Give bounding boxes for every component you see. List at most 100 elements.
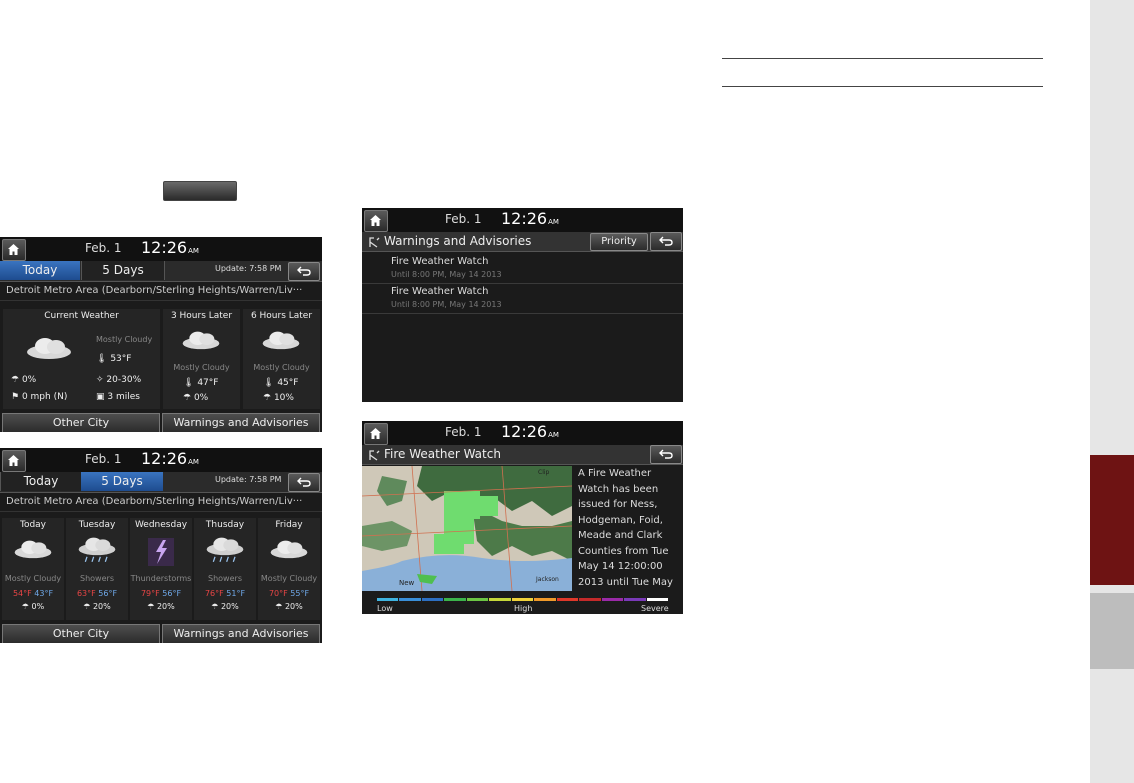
back-icon — [297, 266, 311, 276]
wind: ⚑ 0 mph (N) — [11, 392, 68, 402]
forecast-3h-panel: 3 Hours Later Mostly Cloudy 🌡︎ 47°F ☂ 0% — [163, 309, 240, 409]
legend-segment — [601, 598, 624, 601]
condition-text: Showers — [208, 574, 242, 583]
umbrella-icon: ☂ — [11, 375, 20, 385]
warning-until: Until 8:00 PM, May 14 2013 — [391, 300, 502, 309]
day-name: Today — [19, 520, 47, 530]
day-name: Tuesday — [78, 520, 116, 530]
day-name: Wednesday — [134, 520, 188, 530]
clock: 12:26AM — [141, 238, 199, 257]
side-tab-active — [1090, 455, 1134, 585]
showers-icon — [78, 537, 116, 563]
back-button[interactable] — [650, 232, 682, 251]
showers-icon — [206, 537, 244, 563]
panel-header: 3 Hours Later — [170, 311, 233, 321]
home-icon — [8, 244, 19, 255]
update-time: Update: 7:58 PM — [215, 475, 282, 484]
legend-segment — [646, 598, 668, 601]
temp-range: 70°F 55°F — [268, 589, 310, 598]
precip-range: ✧ 20-30% — [96, 375, 142, 385]
back-button[interactable] — [288, 262, 320, 281]
priority-button[interactable]: Priority — [590, 233, 648, 251]
temp-range: 63°F 56°F — [76, 589, 118, 598]
date: Feb. 1 — [445, 425, 482, 439]
precip: ☂ 0% — [183, 393, 209, 403]
day-card: Friday Mostly Cloudy 70°F 55°F ☂ 20% — [258, 518, 320, 620]
wind-flag-icon: ⚑ — [11, 392, 20, 402]
back-button[interactable] — [288, 473, 320, 492]
warning-list-item[interactable]: Fire Weather Watch Until 8:00 PM, May 14… — [362, 284, 683, 314]
page-title: Warnings and Advisories — [384, 234, 532, 248]
weather-map[interactable]: New Jackson Clip — [362, 466, 572, 591]
home-icon — [370, 428, 381, 439]
legend-segment — [466, 598, 489, 601]
home-button[interactable] — [2, 450, 26, 472]
fire-weather-screen: Feb. 1 12:26AM Fire Weather Watch New Ja… — [362, 421, 683, 614]
five-day-screen: Feb. 1 12:26AM Today 5 Days Update: 7:58… — [0, 448, 322, 643]
condition-text: Mostly Cloudy — [96, 335, 153, 344]
warning-until: Until 8:00 PM, May 14 2013 — [391, 270, 502, 279]
clock: 12:26AM — [501, 209, 559, 228]
title-bar: Fire Weather Watch — [362, 445, 683, 465]
home-icon — [370, 215, 381, 226]
warning-list-item[interactable]: Fire Weather Watch Until 8:00 PM, May 14… — [362, 254, 683, 284]
umbrella-icon: ☂ — [21, 602, 29, 611]
update-time: Update: 7:58 PM — [215, 264, 282, 273]
precip: ☂ 0% — [11, 375, 37, 385]
warning-title: Fire Weather Watch — [391, 286, 489, 297]
legend-segment — [421, 598, 444, 601]
page-title: Fire Weather Watch — [384, 447, 501, 461]
precip: ☂ 20% — [147, 602, 175, 611]
condition-text: Mostly Cloudy — [173, 363, 230, 372]
clock: 12:26AM — [501, 422, 559, 441]
home-button[interactable] — [364, 423, 388, 445]
temperature: 🌡︎ 53°F — [96, 354, 132, 364]
header-rule-1 — [722, 58, 1043, 59]
legend-severe: Severe — [641, 604, 669, 613]
condition-text: Mostly Cloudy — [253, 363, 310, 372]
home-button[interactable] — [364, 210, 388, 232]
day-name: Friday — [275, 520, 303, 530]
umbrella-icon: ☂ — [263, 393, 272, 403]
visibility-icon: ▣ — [96, 392, 105, 402]
umbrella-icon: ☂ — [83, 602, 91, 611]
legend-segment — [399, 598, 421, 601]
legend-segment — [534, 598, 556, 601]
back-icon — [659, 236, 673, 246]
condition-text: Showers — [80, 574, 114, 583]
other-city-button[interactable]: Other City — [2, 413, 160, 432]
condition-text: Mostly Cloudy — [4, 574, 62, 583]
visibility: ▣ 3 miles — [96, 392, 140, 402]
cloud-icon — [182, 331, 220, 350]
precip: ☂ 20% — [275, 602, 303, 611]
location-label: Detroit Metro Area (Dearborn/Sterling He… — [0, 493, 322, 512]
back-button[interactable] — [650, 445, 682, 464]
tab-today[interactable]: Today — [0, 261, 80, 280]
five-day-row: Today Mostly Cloudy 54°F 43°F ☂ 0% Tuesd… — [2, 518, 320, 620]
umbrella-icon: ☂ — [275, 602, 283, 611]
humidity-icon: ✧ — [96, 375, 104, 385]
key-button-image — [163, 181, 237, 201]
precip: ☂ 10% — [263, 393, 294, 403]
tab-5-days[interactable]: 5 Days — [81, 261, 165, 280]
warnings-advisories-button[interactable]: Warnings and Advisories — [162, 413, 320, 432]
forecast-6h-panel: 6 Hours Later Mostly Cloudy 🌡︎ 45°F ☂ 10… — [243, 309, 320, 409]
other-city-button[interactable]: Other City — [2, 624, 160, 643]
precip: ☂ 20% — [83, 602, 111, 611]
legend-segment — [444, 598, 466, 601]
tab-5-days[interactable]: 5 Days — [81, 472, 163, 491]
status-bar: Feb. 1 12:26AM — [362, 208, 683, 232]
condition-text: Mostly Cloudy — [260, 574, 318, 583]
title-bar: Warnings and Advisories Priority — [362, 232, 683, 252]
warnings-advisories-button[interactable]: Warnings and Advisories — [162, 624, 320, 643]
side-tab-next — [1090, 593, 1134, 669]
tab-bar: Today 5 Days Update: 7:58 PM — [0, 472, 322, 493]
precip: ☂ 0% — [21, 602, 45, 611]
home-button[interactable] — [2, 239, 26, 261]
day-card: Wednesday Thunderstorms 79°F 56°F ☂ 20% — [130, 518, 192, 620]
temp-range: 54°F 43°F — [12, 589, 54, 598]
tab-today[interactable]: Today — [0, 472, 82, 491]
cloud-icon — [270, 540, 308, 559]
legend-segment — [624, 598, 646, 601]
temperature: 🌡︎ 47°F — [183, 378, 219, 388]
